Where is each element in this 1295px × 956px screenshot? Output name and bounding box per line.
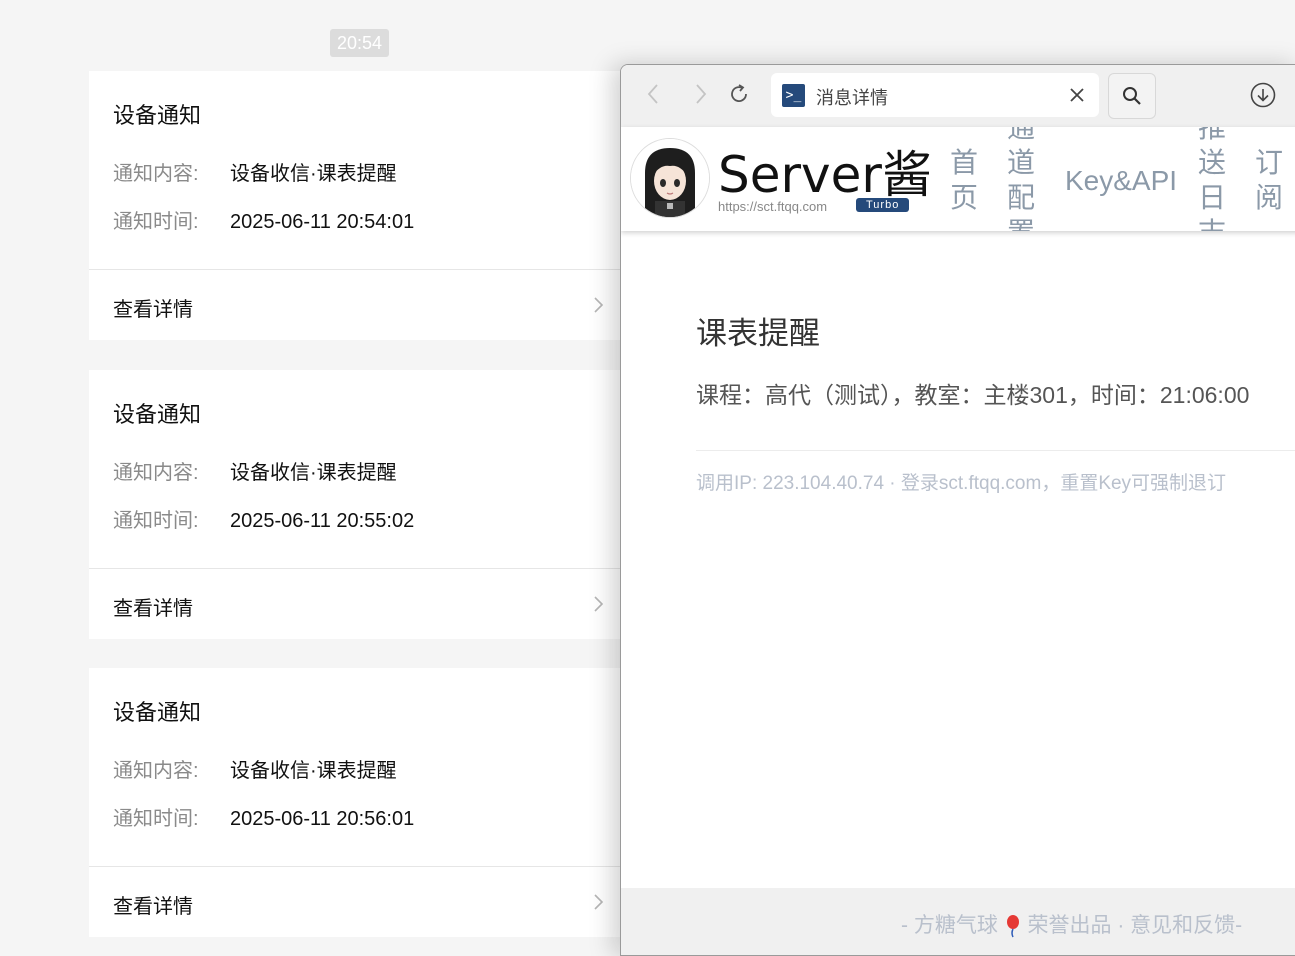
time-label: 通知时间:: [113, 510, 199, 532]
tab-title: 消息详情: [816, 88, 888, 108]
avatar[interactable]: [630, 138, 710, 218]
card-title: 设备通知: [113, 402, 202, 427]
content-label: 通知内容:: [113, 760, 199, 782]
content-label: 通知内容:: [113, 163, 199, 185]
card-divider: [89, 568, 630, 569]
content-divider: [696, 450, 1295, 451]
anime-girl-avatar-icon: [631, 139, 709, 217]
nav-label: 订阅: [1255, 147, 1284, 213]
nav-channel-config[interactable]: 通道配置: [1007, 127, 1035, 231]
notification-time-row: 通知时间: 2025-06-11 20:54:01: [113, 205, 414, 234]
nav-key-api[interactable]: Key&API: [1065, 163, 1177, 198]
turbo-badge: Turbo: [856, 198, 910, 212]
notification-card: 设备通知 通知内容: 设备收信·课表提醒 通知时间: 2025-06-11 20:5…: [89, 668, 630, 937]
nav-label: 推送日志: [1198, 127, 1227, 231]
notification-content-row: 通知内容: 设备收信·课表提醒: [113, 456, 397, 485]
content-value: 设备收信·课表提醒: [230, 163, 397, 185]
chat-timestamp: 20:54: [330, 29, 389, 57]
notification-content-row: 通知内容: 设备收信·课表提醒: [113, 157, 397, 186]
reload-icon[interactable]: [726, 81, 752, 107]
site-logo-title[interactable]: Server酱: [718, 135, 932, 207]
footer-credits: - 方糖气球 荣誉出品 · 意见和反馈-: [901, 909, 1242, 939]
search-icon: [1123, 87, 1141, 105]
card-divider: [89, 269, 630, 270]
footer-brand[interactable]: - 方糖气球: [901, 914, 998, 937]
chevron-right-icon: [594, 894, 604, 910]
view-details-link[interactable]: 查看详情: [113, 890, 193, 919]
time-label: 通知时间:: [113, 808, 199, 830]
search-button[interactable]: [1108, 73, 1156, 119]
chevron-right-icon: [594, 297, 604, 313]
browser-window: >_ 消息详情 Server酱 https://sct.ftqq.com Tur…: [620, 64, 1295, 956]
card-title: 设备通知: [113, 700, 202, 725]
nav-label: 首页: [950, 147, 979, 213]
notification-time-row: 通知时间: 2025-06-11 20:56:01: [113, 802, 414, 831]
site-url: https://sct.ftqq.com: [718, 199, 828, 214]
forward-icon[interactable]: [687, 81, 713, 107]
notification-time-row: 通知时间: 2025-06-11 20:55:02: [113, 504, 414, 533]
site-footer: - 方糖气球 荣誉出品 · 意见和反馈-: [621, 888, 1295, 955]
terminal-favicon-icon: >_: [782, 84, 805, 107]
view-details-link[interactable]: 查看详情: [113, 293, 193, 322]
notification-content-row: 通知内容: 设备收信·课表提醒: [113, 754, 397, 783]
time-value: 2025-06-11 20:56:01: [230, 808, 415, 830]
nav-home[interactable]: 首页: [950, 145, 978, 215]
nav-push-log[interactable]: 推送日志: [1198, 127, 1226, 231]
card-divider: [89, 866, 630, 867]
site-header: Server酱 https://sct.ftqq.com Turbo 首页 通道…: [621, 127, 1295, 231]
content-value: 设备收信·课表提醒: [230, 462, 397, 484]
nav-label: Key&API: [1065, 165, 1178, 196]
time-value: 2025-06-11 20:54:01: [230, 211, 415, 233]
message-meta: 调用IP: 223.104.40.74 · 登录sct.ftqq.com，重置K…: [696, 473, 1227, 494]
notification-card: 设备通知 通知内容: 设备收信·课表提醒 通知时间: 2025-06-11 20:5…: [89, 71, 630, 340]
balloon-icon: [1006, 915, 1019, 938]
content-label: 通知内容:: [113, 462, 199, 484]
browser-toolbar: >_ 消息详情: [621, 65, 1295, 127]
view-details-link[interactable]: 查看详情: [113, 592, 193, 621]
time-label: 通知时间:: [113, 211, 199, 233]
nav-subscribe[interactable]: 订阅: [1255, 145, 1283, 215]
notification-card: 设备通知 通知内容: 设备收信·课表提醒 通知时间: 2025-06-11 20:5…: [89, 370, 630, 639]
download-icon[interactable]: [1249, 81, 1277, 109]
content-value: 设备收信·课表提醒: [230, 760, 397, 782]
back-icon[interactable]: [641, 81, 667, 107]
time-value: 2025-06-11 20:55:02: [230, 510, 415, 532]
nav-label: 通道配置: [1007, 127, 1036, 231]
address-bar[interactable]: >_ 消息详情: [771, 73, 1099, 117]
message-title: 课表提醒: [696, 316, 820, 351]
card-title: 设备通知: [113, 103, 202, 128]
footer-feedback[interactable]: 荣誉出品 · 意见和反馈-: [1028, 914, 1243, 937]
message-body: 课程：高代（测试），教室：主楼301，时间：21:06:00: [696, 382, 1250, 408]
chevron-right-icon: [594, 596, 604, 612]
close-icon[interactable]: [1067, 85, 1087, 105]
